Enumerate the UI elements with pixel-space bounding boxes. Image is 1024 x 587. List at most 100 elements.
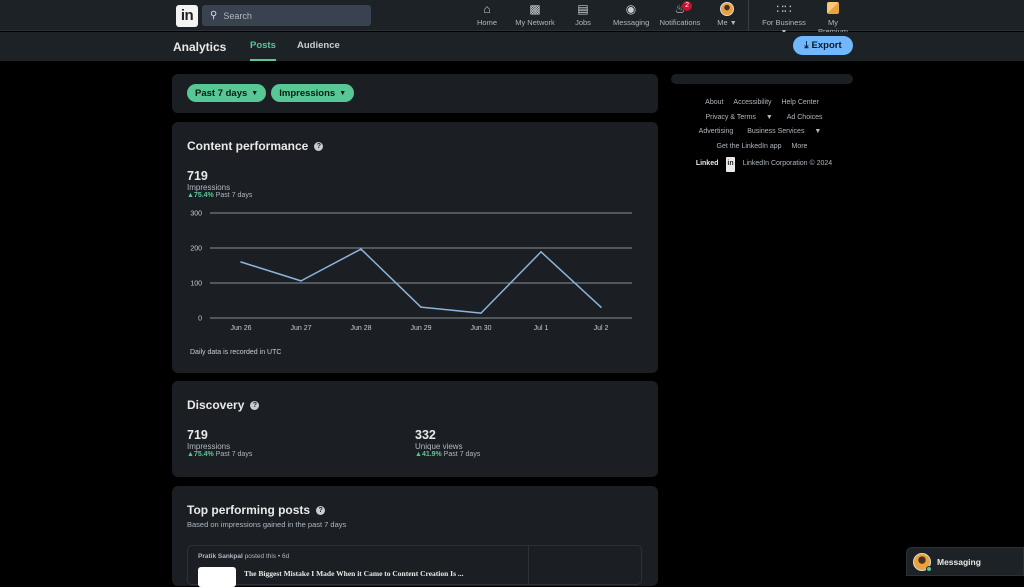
search-input[interactable]: ⚲ Search — [202, 5, 371, 26]
nav-my-network-label: My Network — [515, 18, 555, 27]
footer-link-accessibility[interactable]: Accessibility — [733, 99, 771, 106]
footer-link-more[interactable]: More — [792, 143, 808, 150]
analytics-subnav: Analytics Posts Audience ⤓ Export — [0, 32, 1024, 61]
discovery-unique-views: 332 Unique views ▲41.9% Past 7 days — [415, 428, 480, 458]
x-tick-label: Jul 1 — [534, 325, 549, 332]
post-thumbnail[interactable] — [198, 567, 236, 587]
nav-me[interactable]: Me ▼ — [716, 2, 738, 27]
impressions-label: Impressions — [187, 183, 231, 192]
discovery-impressions-value: 719 — [187, 428, 208, 442]
linkedin-logo[interactable]: in — [176, 5, 198, 27]
x-tick-label: Jun 30 — [470, 325, 491, 332]
help-icon[interactable]: ? — [250, 400, 260, 410]
nav-divider — [748, 0, 749, 31]
tab-audience[interactable]: Audience — [297, 40, 340, 61]
content-performance-card: Content performance ? 719 Impressions ▲7… — [172, 122, 658, 373]
up-arrow-icon: ▲ — [187, 451, 194, 458]
content-performance-title: Content performance — [187, 139, 309, 153]
footer-row-3: Advertising Business Services ▼ — [671, 125, 853, 140]
data-point — [420, 306, 422, 308]
nav-notifications[interactable]: ♨ 2 Notifications — [659, 1, 701, 27]
post-title[interactable]: The Biggest Mistake I Made When it Came … — [244, 569, 464, 578]
up-arrow-icon: ▲ — [187, 192, 194, 199]
data-point — [360, 248, 362, 250]
y-tick-label: 300 — [190, 211, 202, 218]
delta-value: 75.4% — [193, 451, 214, 458]
x-tick-label: Jun 27 — [290, 325, 311, 332]
unique-views-label: Unique views — [415, 442, 463, 451]
nav-messaging-label: Messaging — [613, 18, 650, 27]
top-posts-card: Top performing posts ? Based on impressi… — [172, 486, 658, 587]
page-title: Analytics — [173, 40, 227, 54]
footer-link-about[interactable]: About — [705, 99, 723, 106]
download-icon: ⤓ — [804, 40, 809, 51]
online-status-icon — [926, 565, 932, 572]
post-divider — [528, 546, 529, 584]
data-point — [240, 261, 242, 263]
impressions-line-chart: 0 100 200 300 Jun 26 Jun 27 Jun 28 Jun 29 Jun 30… — [190, 211, 632, 332]
up-arrow-icon: ▲ — [415, 451, 422, 458]
bell-icon: ♨ 2 — [659, 1, 701, 16]
notification-badge: 2 — [682, 1, 693, 11]
tab-posts[interactable]: Posts — [250, 40, 276, 61]
unique-views-delta: ▲41.9% Past 7 days — [415, 451, 480, 458]
chevron-down-icon: ▼ — [729, 20, 737, 27]
delta-value: 75.4% — [193, 192, 214, 199]
help-icon[interactable]: ? — [316, 505, 326, 515]
unique-views-value: 332 — [415, 428, 436, 442]
messaging-bar[interactable]: Messaging — [906, 547, 1024, 576]
footer-link-business-services[interactable]: Business Services ▼ — [743, 128, 825, 135]
privacy-terms-label: Privacy & Terms — [705, 113, 756, 121]
content-performance-title-row: Content performance ? — [187, 139, 324, 153]
top-posts-title: Top performing posts — [187, 503, 311, 517]
top-posts-subtitle: Based on impressions gained in the past … — [187, 520, 347, 529]
x-tick-label: Jun 29 — [410, 325, 431, 332]
metric-dropdown[interactable]: Impressions ▼ — [271, 84, 355, 102]
discovery-impressions-delta: ▲75.4% Past 7 days — [187, 451, 252, 458]
footer-row-4: Get the LinkedIn app More — [671, 140, 853, 155]
footer-row-2: Privacy & Terms ▼ Ad Choices — [671, 111, 853, 126]
nav-messaging[interactable]: ◉ Messaging — [613, 2, 649, 27]
nav-home-label: Home — [476, 18, 497, 27]
discovery-title-row: Discovery ? — [187, 398, 260, 412]
avatar — [720, 2, 734, 16]
home-icon: ⌂ — [483, 2, 491, 16]
export-button[interactable]: ⤓ Export — [793, 36, 853, 55]
business-services-label: Business Services — [747, 128, 805, 135]
date-range-dropdown[interactable]: Past 7 days ▼ — [187, 84, 267, 102]
nav-my-network[interactable]: ▩ My Network — [514, 2, 556, 27]
impressions-value: 719 — [187, 169, 208, 183]
delta-period: Past 7 days — [215, 451, 253, 458]
post-item[interactable]: Pratik Sankpal posted this • 6d The Bigg… — [187, 545, 642, 587]
chevron-down-icon: ▼ — [339, 89, 347, 97]
filters-card: Past 7 days ▼ Impressions ▼ — [172, 74, 658, 113]
footer-link-help-center[interactable]: Help Center — [781, 99, 818, 106]
footer-link-get-app[interactable]: Get the LinkedIn app — [717, 143, 782, 150]
post-meta-row: Pratik Sankpal posted this • 6d — [198, 553, 289, 560]
x-tick-label: Jun 26 — [230, 325, 251, 332]
metric-label: Impressions — [279, 87, 336, 99]
nav-jobs[interactable]: ▤ Jobs — [573, 2, 593, 27]
post-meta: posted this • 6d — [244, 553, 290, 560]
delta-value: 41.9% — [421, 451, 442, 458]
search-placeholder: Search — [223, 10, 252, 21]
grid-icon: ∷∷ — [776, 2, 792, 16]
x-tick-label: Jun 28 — [350, 325, 371, 332]
help-icon[interactable]: ? — [314, 141, 324, 151]
messaging-icon: ◉ — [625, 2, 637, 16]
chevron-down-icon: ▼ — [251, 89, 259, 97]
search-icon: ⚲ — [210, 10, 218, 21]
nav-home[interactable]: ⌂ Home — [476, 2, 498, 27]
footer-link-advertising[interactable]: Advertising — [699, 128, 734, 135]
nav-for-business-label: For Business — [762, 18, 806, 27]
me-avatar-wrap — [716, 2, 738, 16]
discovery-impressions: 719 Impressions ▲75.4% Past 7 days — [187, 428, 252, 458]
chevron-down-icon: ▼ — [765, 113, 773, 121]
nav-my-premium[interactable]: My Premium — [812, 2, 854, 36]
avatar — [913, 552, 932, 572]
nav-for-business[interactable]: ∷∷ For Business ▼ — [759, 2, 809, 36]
post-author[interactable]: Pratik Sankpal — [198, 553, 243, 560]
footer-link-privacy-terms[interactable]: Privacy & Terms ▼ — [701, 114, 776, 121]
footer-link-ad-choices[interactable]: Ad Choices — [787, 114, 823, 121]
nav-me-label: Me — [717, 18, 728, 27]
